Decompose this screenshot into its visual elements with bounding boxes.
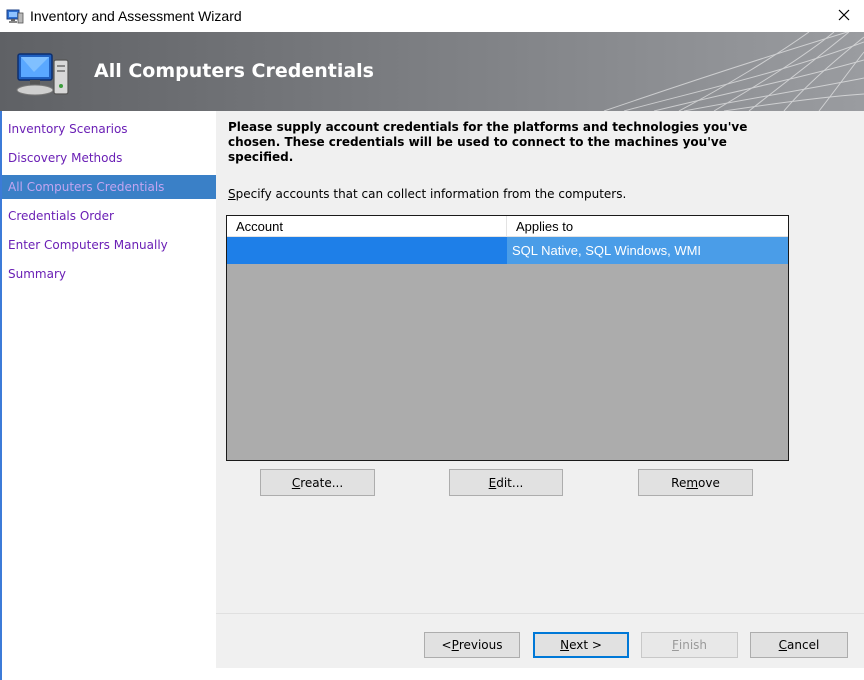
next-button[interactable]: Next > [533,632,629,658]
finish-label-accel: F [671,638,679,652]
remove-label-pre: Re [671,475,687,490]
previous-label-accel: P [451,638,459,652]
computer-icon [14,46,74,100]
nav-item-discovery-methods[interactable]: Discovery Methods [2,146,216,170]
finish-label-post: inish [678,638,708,652]
footer-divider [216,613,864,614]
credentials-list[interactable]: Account Applies to SQL Native, SQL Windo… [226,215,789,461]
nav-item-inventory-scenarios[interactable]: Inventory Scenarios [2,117,216,141]
next-label-accel: N [560,638,570,652]
banner-decoration [603,32,864,111]
finish-button[interactable]: Finish [641,632,738,658]
next-label-post: ext > [569,638,602,652]
remove-label-post: ove [698,475,720,490]
nav-item-credentials-order[interactable]: Credentials Order [2,204,216,228]
specify-label: Specify accounts that can collect inform… [228,187,626,201]
nav-item-summary[interactable]: Summary [2,262,216,286]
cancel-label-accel: C [778,638,788,652]
nav-item-enter-computers-manually[interactable]: Enter Computers Manually [2,233,216,257]
banner-title: All Computers Credentials [94,60,374,82]
table-row[interactable]: SQL Native, SQL Windows, WMI [227,237,788,264]
close-icon[interactable] [838,9,850,24]
intro-text: Please supply account credentials for th… [228,120,748,164]
edit-button[interactable]: Edit... [449,469,563,496]
previous-label-pre: < [441,638,452,652]
page-banner: All Computers Credentials [0,32,864,111]
column-header-applies-to[interactable]: Applies to [507,216,788,237]
edit-label-accel: E [488,475,497,490]
content-panel: Please supply account credentials for th… [216,111,864,668]
specify-label-text: pecify accounts that can collect informa… [235,187,627,201]
column-header-account[interactable]: Account [227,216,507,237]
edit-label-post: dit... [496,475,524,490]
window-title: Inventory and Assessment Wizard [30,8,242,24]
create-label-post: reate... [300,475,344,490]
title-bar: Inventory and Assessment Wizard [0,0,864,32]
specify-label-accel: S [228,187,236,201]
previous-label-post: revious [458,638,503,652]
create-button[interactable]: Create... [260,469,375,496]
create-label-accel: C [291,475,301,490]
cancel-button[interactable]: Cancel [750,632,848,658]
close-button[interactable] [824,0,864,32]
cell-account [227,237,507,264]
nav-item-all-computers-credentials[interactable]: All Computers Credentials [2,175,216,199]
wizard-steps-nav: Inventory Scenarios Discovery Methods Al… [0,111,216,680]
previous-button[interactable]: < Previous [424,632,520,658]
remove-label-accel: m [686,475,699,490]
list-header: Account Applies to [227,216,788,237]
app-icon [6,8,24,24]
remove-button[interactable]: Re m ove [638,469,753,496]
cancel-label-post: ancel [787,638,820,652]
cell-applies-to: SQL Native, SQL Windows, WMI [507,237,788,264]
